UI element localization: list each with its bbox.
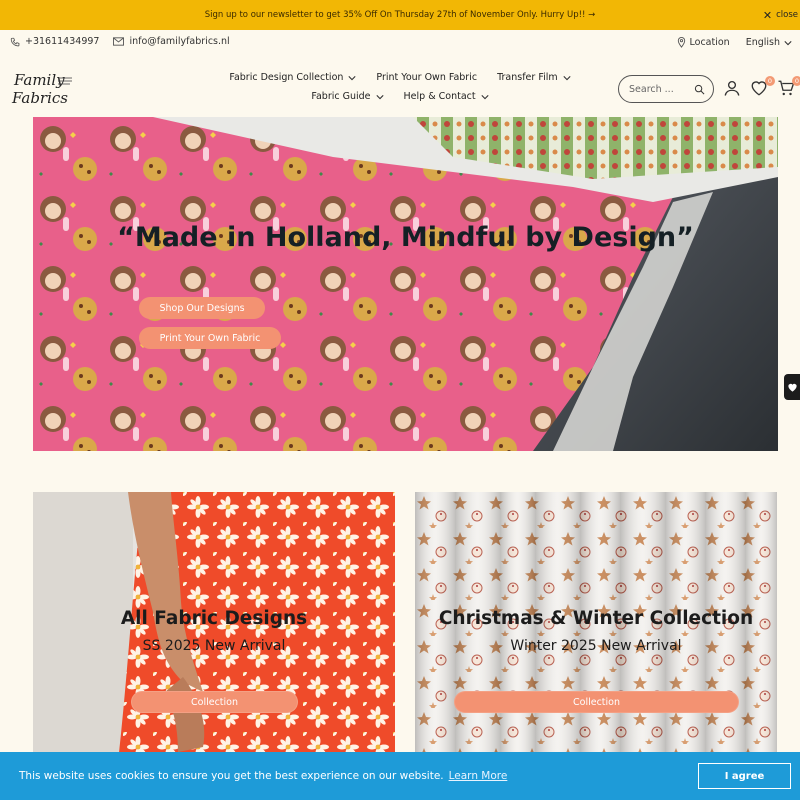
- announcement-close-button[interactable]: ✕ close: [763, 0, 800, 30]
- svg-text:Fabrics: Fabrics: [11, 89, 68, 107]
- tile-subtitle: SS 2025 New Arrival: [142, 638, 286, 654]
- floating-wishlist-tab[interactable]: [784, 374, 800, 400]
- announcement-bar: Sign up to our newsletter to get 35% Off…: [0, 0, 800, 30]
- shop-our-designs-button[interactable]: Shop Our Designs: [139, 297, 265, 319]
- email-address: info@familyfabrics.nl: [129, 36, 230, 47]
- chevron-down-icon: [348, 75, 357, 80]
- nav-label: Fabric Design Collection: [229, 72, 344, 83]
- mail-icon: [113, 37, 125, 46]
- hero-fabric-image: [33, 117, 778, 451]
- cart-count-badge: 0: [792, 76, 800, 86]
- tile-subtitle: Winter 2025 New Arrival: [510, 638, 682, 654]
- nav-item-fabric-design-collection[interactable]: Fabric Design Collection: [229, 72, 357, 83]
- close-label: close: [776, 10, 798, 20]
- nav-item-fabric-guide[interactable]: Fabric Guide: [311, 91, 384, 102]
- nav-label: Transfer Film: [497, 72, 558, 83]
- family-fabrics-logo[interactable]: Family Fabrics: [10, 68, 76, 110]
- main-navigation: Fabric Design Collection Print Your Own …: [190, 72, 610, 102]
- collection-button[interactable]: Collection: [454, 691, 739, 713]
- nav-label: Fabric Guide: [311, 91, 371, 102]
- language-label: English: [745, 37, 780, 48]
- phone-icon: [10, 37, 20, 46]
- location-pin-icon: [677, 37, 685, 48]
- account-button[interactable]: [723, 79, 743, 99]
- hero-title: “Made in Holland, Mindful by Design”: [117, 222, 694, 253]
- topbar-right: Location English: [677, 37, 793, 48]
- chevron-down-icon: [563, 75, 571, 80]
- chevron-down-icon: [784, 40, 792, 45]
- collection-tile-all-fabric-designs[interactable]: All Fabric Designs SS 2025 New Arrival C…: [33, 492, 395, 762]
- phone-number: +31611434997: [25, 36, 100, 47]
- nav-item-transfer-film[interactable]: Transfer Film: [497, 72, 571, 83]
- cookie-banner: This website uses cookies to ensure you …: [0, 752, 800, 800]
- nav-label: Help & Contact: [403, 91, 476, 102]
- collection-button[interactable]: Collection: [131, 691, 298, 713]
- language-selector[interactable]: English: [746, 37, 792, 48]
- chevron-down-icon: [375, 94, 384, 99]
- learn-more-link[interactable]: Learn More: [449, 770, 508, 782]
- nav-label: Print Your Own Fabric: [376, 72, 478, 83]
- hero-banner: “Made in Holland, Mindful by Design” Sho…: [33, 117, 778, 451]
- cart-button[interactable]: 0: [777, 76, 800, 99]
- tile-title: Christmas & Winter Collection: [438, 608, 754, 629]
- phone-link[interactable]: +31611434997: [10, 36, 99, 47]
- close-icon: ✕: [762, 8, 773, 22]
- announcement-text[interactable]: Sign up to our newsletter to get 35% Off…: [205, 10, 596, 20]
- cookie-message: This website uses cookies to ensure you …: [19, 770, 444, 782]
- nav-item-print-your-own-fabric[interactable]: Print Your Own Fabric: [376, 72, 477, 83]
- wishlist-count-badge: 0: [765, 76, 775, 86]
- svg-text:Family: Family: [13, 71, 65, 89]
- location-link[interactable]: Location: [677, 37, 730, 48]
- search-icon[interactable]: [694, 84, 705, 95]
- collection-tile-christmas-winter[interactable]: Christmas & Winter Collection Winter 202…: [415, 492, 777, 762]
- print-your-own-fabric-button[interactable]: Print Your Own Fabric: [139, 327, 281, 349]
- nav-item-help-contact[interactable]: Help & Contact: [404, 91, 489, 102]
- tile-title: All Fabric Designs: [120, 608, 308, 629]
- chevron-down-icon: [481, 94, 489, 99]
- contact-info: +31611434997 info@familyfabrics.nl: [10, 36, 230, 47]
- cookie-agree-button[interactable]: I agree: [698, 763, 791, 789]
- heart-icon: [787, 383, 797, 392]
- email-link[interactable]: info@familyfabrics.nl: [113, 36, 230, 47]
- location-label: Location: [689, 37, 730, 48]
- user-icon: [724, 80, 740, 96]
- wishlist-button[interactable]: 0: [750, 76, 775, 99]
- search-input[interactable]: Search ...: [629, 84, 674, 95]
- search-box[interactable]: Search ...: [618, 75, 714, 103]
